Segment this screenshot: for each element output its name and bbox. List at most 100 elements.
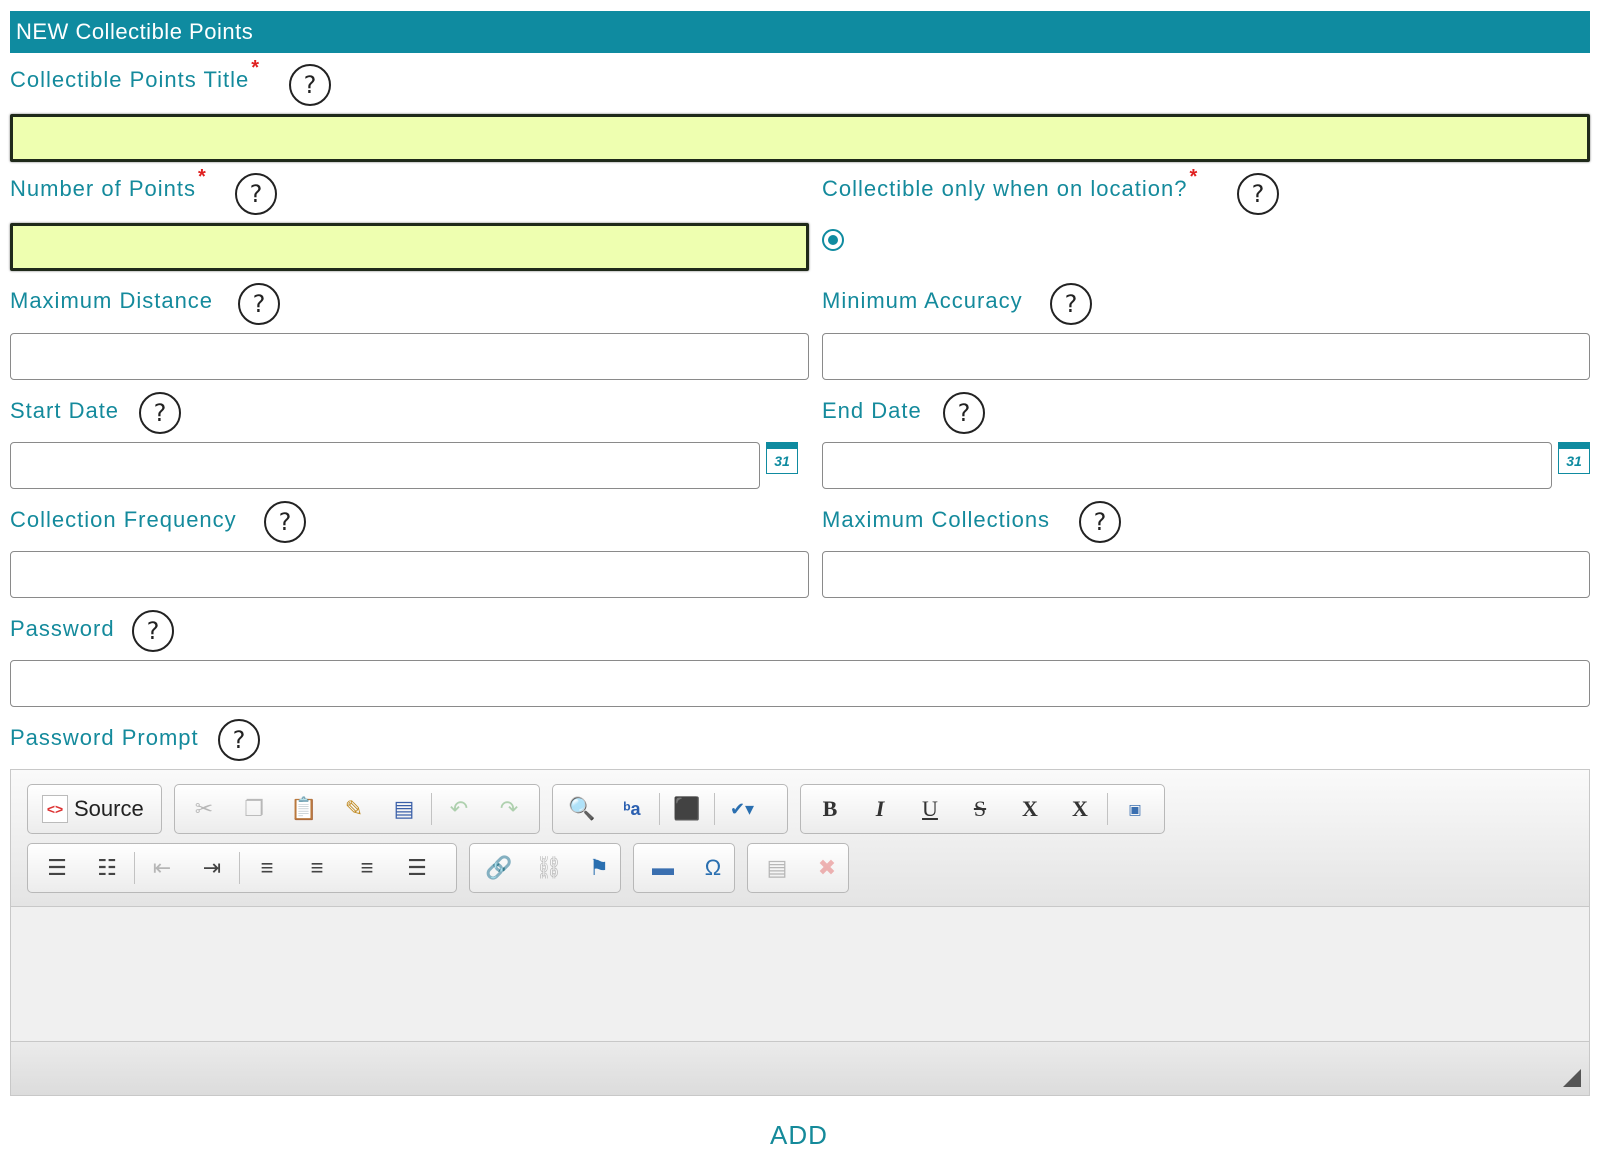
remove-format-icon[interactable]: ✖ — [802, 848, 852, 888]
toolbar-separator — [1107, 793, 1108, 825]
title-input[interactable] — [10, 114, 1590, 162]
end-date-input[interactable] — [822, 442, 1552, 489]
password-prompt-editor: <> Source ✂ ❐ 📋 ✎ ▤ ↶ ↷ 🔍 ᵇa ⬛ ✔▾ B I U — [10, 769, 1590, 1096]
insert-group: ▬ Ω — [633, 843, 735, 893]
start-date-input[interactable] — [10, 442, 760, 489]
end-date-calendar-icon[interactable]: 31 — [1558, 442, 1590, 474]
title-label: Collectible Points Title * — [10, 57, 260, 93]
outdent-icon[interactable]: ⇤ — [137, 848, 187, 888]
html-icon[interactable]: ▣ — [1110, 789, 1160, 829]
copy-icon[interactable]: ❐ — [229, 789, 279, 829]
underline-icon[interactable]: U — [905, 789, 955, 829]
replace-icon[interactable]: ᵇa — [607, 789, 657, 829]
start-date-help-icon[interactable]: ? — [139, 392, 181, 434]
password-prompt-help-icon[interactable]: ? — [218, 719, 260, 761]
max-distance-help-icon[interactable]: ? — [238, 283, 280, 325]
superscript-icon[interactable]: X — [1055, 789, 1105, 829]
title-label-text: Collectible Points Title — [10, 67, 250, 92]
max-distance-label: Maximum Distance — [10, 288, 213, 314]
max-distance-label-text: Maximum Distance — [10, 288, 214, 313]
max-collections-label: Maximum Collections — [822, 507, 1050, 533]
password-prompt-label-text: Password Prompt — [10, 725, 199, 750]
points-help-icon[interactable]: ? — [235, 173, 277, 215]
points-label: Number of Points * — [10, 166, 207, 202]
start-date-calendar-icon[interactable]: 31 — [766, 442, 798, 474]
list-align-group: ☰ ☷ ⇤ ⇥ ≡ ≡ ≡ ☰ — [27, 843, 457, 893]
select-all-icon[interactable]: ⬛ — [662, 789, 712, 829]
password-help-icon[interactable]: ? — [132, 610, 174, 652]
strike-icon[interactable]: S — [955, 789, 1005, 829]
required-mark: * — [251, 56, 261, 79]
unlink-icon[interactable]: ⛓ — [524, 848, 574, 888]
redo-icon[interactable]: ↷ — [484, 789, 534, 829]
special-char-icon[interactable]: Ω — [688, 848, 738, 888]
frequency-input[interactable] — [10, 551, 809, 598]
subscript-icon[interactable]: X — [1005, 789, 1055, 829]
required-mark: * — [197, 165, 207, 188]
start-date-label: Start Date — [10, 398, 119, 424]
on-location-label: Collectible only when on location? * — [822, 166, 1198, 202]
toolbar-separator — [659, 793, 660, 825]
frequency-help-icon[interactable]: ? — [264, 501, 306, 543]
paste-icon[interactable]: 📋 — [279, 789, 329, 829]
cut-icon[interactable]: ✂ — [179, 789, 229, 829]
max-collections-help-icon[interactable]: ? — [1079, 501, 1121, 543]
required-mark: * — [1189, 165, 1199, 188]
min-accuracy-input[interactable] — [822, 333, 1590, 380]
link-icon[interactable]: 🔗 — [474, 848, 524, 888]
find-group: 🔍 ᵇa ⬛ ✔▾ — [552, 784, 788, 834]
anchor-icon[interactable]: ⚑ — [574, 848, 624, 888]
editor-toolbar: <> Source ✂ ❐ 📋 ✎ ▤ ↶ ↷ 🔍 ᵇa ⬛ ✔▾ B I U — [11, 770, 1589, 907]
align-left-icon[interactable]: ≡ — [242, 848, 292, 888]
align-right-icon[interactable]: ≡ — [342, 848, 392, 888]
end-date-help-icon[interactable]: ? — [943, 392, 985, 434]
paste-word-icon[interactable]: ▤ — [379, 789, 429, 829]
max-collections-input[interactable] — [822, 551, 1590, 598]
frequency-label: Collection Frequency — [10, 507, 237, 533]
password-label: Password — [10, 616, 115, 642]
points-label-text: Number of Points — [10, 176, 196, 201]
max-distance-input[interactable] — [10, 333, 809, 380]
template-icon[interactable]: ▤ — [752, 848, 802, 888]
format-group: B I U S X X ▣ — [800, 784, 1165, 834]
min-accuracy-label-text: Minimum Accuracy — [822, 288, 1023, 313]
min-accuracy-label: Minimum Accuracy — [822, 288, 1023, 314]
on-location-radio[interactable] — [822, 229, 844, 251]
points-input[interactable] — [10, 223, 809, 271]
toolbar-separator — [431, 793, 432, 825]
resize-handle-icon[interactable] — [1563, 1069, 1581, 1087]
min-accuracy-help-icon[interactable]: ? — [1050, 283, 1092, 325]
numbered-list-icon[interactable]: ☰ — [32, 848, 82, 888]
justify-icon[interactable]: ☰ — [392, 848, 442, 888]
on-location-help-icon[interactable]: ? — [1237, 173, 1279, 215]
undo-icon[interactable]: ↶ — [434, 789, 484, 829]
max-collections-label-text: Maximum Collections — [822, 507, 1051, 532]
indent-icon[interactable]: ⇥ — [187, 848, 237, 888]
form-header: NEW Collectible Points — [10, 11, 1590, 53]
calendar-day: 31 — [774, 453, 790, 469]
align-center-icon[interactable]: ≡ — [292, 848, 342, 888]
source-button[interactable]: <> Source — [32, 789, 154, 829]
frequency-label-text: Collection Frequency — [10, 507, 237, 532]
italic-icon[interactable]: I — [855, 789, 905, 829]
add-button[interactable]: ADD — [770, 1120, 828, 1151]
clipboard-group: ✂ ❐ 📋 ✎ ▤ ↶ ↷ — [174, 784, 540, 834]
bold-icon[interactable]: B — [805, 789, 855, 829]
horizontal-rule-icon[interactable]: ▬ — [638, 848, 688, 888]
template-group: ▤ ✖ — [747, 843, 849, 893]
end-date-label: End Date — [822, 398, 922, 424]
toolbar-separator — [714, 793, 715, 825]
password-input[interactable] — [10, 660, 1590, 707]
paste-text-icon[interactable]: ✎ — [329, 789, 379, 829]
end-date-label-text: End Date — [822, 398, 922, 423]
source-icon: <> — [42, 795, 68, 823]
source-label: Source — [74, 796, 144, 821]
title-help-icon[interactable]: ? — [289, 64, 331, 106]
toolbar-separator — [134, 852, 135, 884]
start-date-label-text: Start Date — [10, 398, 120, 423]
spellcheck-icon[interactable]: ✔▾ — [717, 789, 767, 829]
source-group: <> Source — [27, 784, 162, 834]
editor-content[interactable] — [11, 907, 1589, 1042]
bullet-list-icon[interactable]: ☷ — [82, 848, 132, 888]
find-icon[interactable]: 🔍 — [557, 789, 607, 829]
